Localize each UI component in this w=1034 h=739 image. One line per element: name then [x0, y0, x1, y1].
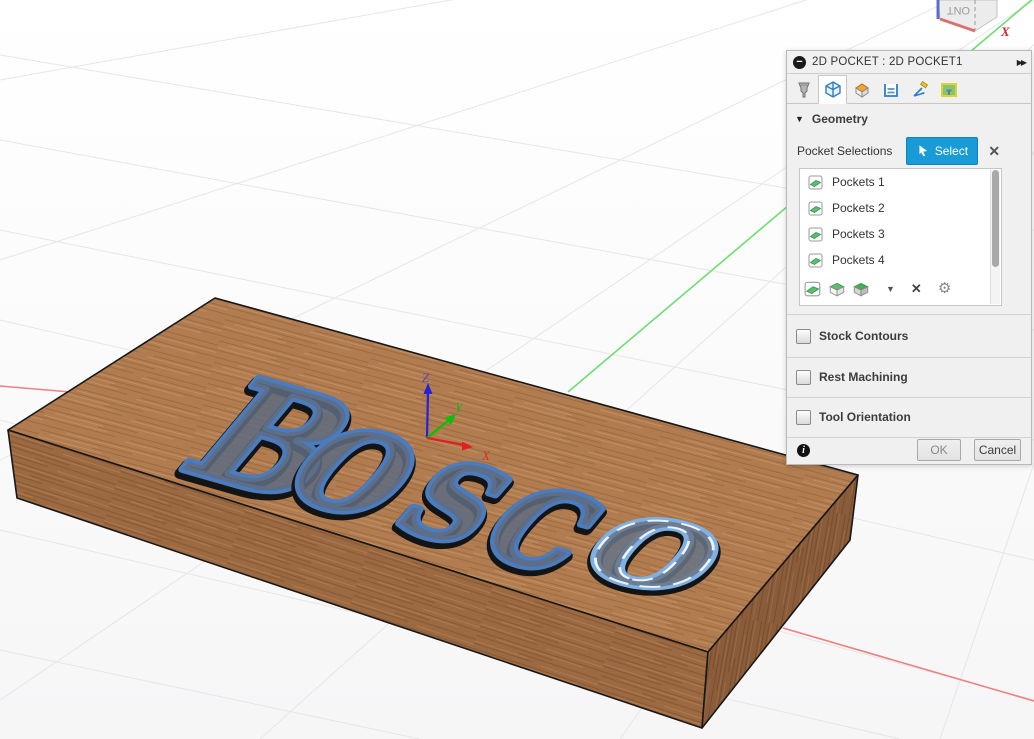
pocket-face-icon	[808, 175, 823, 190]
ok-button[interactable]: OK	[917, 439, 961, 461]
tool-orientation-checkbox[interactable]	[796, 410, 811, 425]
tab-tool[interactable]	[789, 76, 818, 103]
divider	[787, 314, 1031, 315]
pocket-item-label: Pockets 2	[832, 201, 885, 215]
pocket-item-label: Pockets 4	[832, 253, 885, 267]
x-axis-label: X	[481, 448, 491, 463]
dialog-title: 2D POCKET : 2D POCKET1	[812, 56, 963, 68]
pocket-item-label: Pockets 1	[832, 175, 885, 189]
rest-machining-checkbox[interactable]	[796, 370, 811, 385]
tool-tab-icon	[794, 80, 814, 100]
fusion-cam-window: B B O O S S C C O O O	[0, 0, 1034, 739]
expand-panel-icon[interactable]: ▶▶	[1017, 58, 1025, 67]
heights-tab-icon	[852, 80, 872, 100]
tool-orientation-label: Tool Orientation	[819, 410, 911, 424]
list-item-pockets-1[interactable]: Pockets 1	[800, 169, 1001, 195]
dialog-titlebar[interactable]: − 2D POCKET : 2D POCKET1 ▶▶	[787, 51, 1031, 74]
geometry-section-header[interactable]: ▼ Geometry	[787, 104, 1031, 134]
info-icon[interactable]: i	[797, 444, 810, 457]
pocket-face-icon	[808, 253, 823, 268]
geometry-section-title: Geometry	[812, 112, 868, 126]
stock-contours-row: Stock Contours	[787, 317, 1031, 355]
rest-machining-label: Rest Machining	[819, 370, 908, 384]
tab-passes[interactable]	[876, 76, 905, 103]
list-scrollbar[interactable]	[990, 170, 1000, 304]
dialog-tabstrip	[787, 74, 1031, 104]
pocket-item-label: Pockets 3	[832, 227, 885, 241]
tab-transitions[interactable]	[934, 76, 963, 103]
passes-tab-icon	[881, 80, 901, 100]
list-item-pockets-3[interactable]: Pockets 3	[800, 221, 1001, 247]
cancel-button[interactable]: Cancel	[974, 439, 1021, 461]
remove-selection-icon[interactable]: ✕	[911, 281, 922, 297]
selection-settings-gear-icon[interactable]: ⚙	[938, 282, 951, 296]
pocket-selection-list[interactable]: Pockets 1 Pockets 2 Pockets 3	[799, 168, 1002, 306]
dialog-footer: i OK Cancel	[787, 436, 1031, 464]
rest-machining-row: Rest Machining	[787, 358, 1031, 396]
select-button-label: Select	[935, 144, 968, 158]
stock-contours-label: Stock Contours	[819, 329, 908, 343]
minimize-icon[interactable]: −	[793, 56, 806, 69]
viewcube-face-label: ONT	[947, 4, 971, 16]
tab-geometry[interactable]	[818, 75, 847, 104]
transitions-tab-icon	[939, 80, 959, 100]
2d-pocket-dialog: − 2D POCKET : 2D POCKET1 ▶▶	[786, 50, 1032, 465]
pocket-face-icon	[808, 201, 823, 216]
collapse-triangle-icon[interactable]: ▼	[795, 114, 804, 124]
cursor-arrow-icon	[917, 144, 930, 158]
tool-orientation-row: Tool Orientation	[787, 398, 1031, 436]
open-pocket-mode-icon[interactable]	[828, 280, 846, 298]
pocket-selections-label: Pocket Selections	[797, 144, 892, 158]
selection-mode-dropdown-icon[interactable]: ▼	[886, 284, 895, 294]
stock-contours-checkbox[interactable]	[796, 329, 811, 344]
pocket-face-icon	[808, 227, 823, 242]
tab-heights[interactable]	[847, 76, 876, 103]
linking-tab-icon	[910, 80, 930, 100]
list-item-pockets-4[interactable]: Pockets 4	[800, 247, 1001, 273]
solid-pocket-mode-icon[interactable]	[852, 280, 870, 298]
flat-face-mode-icon[interactable]	[804, 280, 822, 298]
select-button[interactable]: Select	[906, 137, 978, 165]
list-scrollbar-thumb[interactable]	[992, 170, 999, 267]
list-item-pockets-2[interactable]: Pockets 2	[800, 195, 1001, 221]
clear-selection-icon[interactable]: ✕	[988, 143, 1000, 160]
selection-mode-toolbar: ▼ ✕ ⚙	[802, 277, 951, 301]
geometry-tab-icon	[823, 80, 843, 100]
tab-linking[interactable]	[905, 76, 934, 103]
pocket-selections-row: Pocket Selections Select ✕	[787, 134, 1031, 168]
viewcube-x-label: X	[1000, 24, 1010, 39]
z-axis-label: Z	[422, 370, 430, 385]
